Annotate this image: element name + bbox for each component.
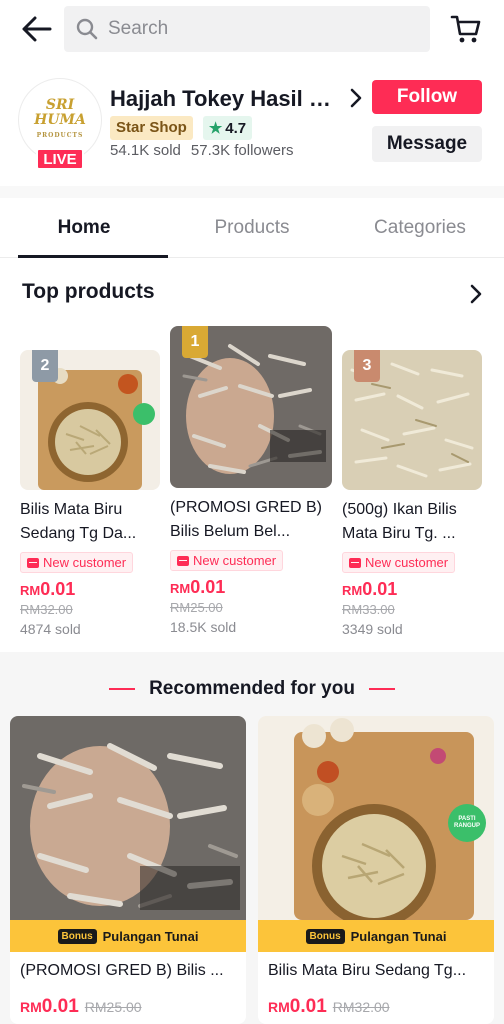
bonus-banner: Bonus Pulangan Tunai <box>258 920 494 952</box>
search-bar[interactable] <box>64 6 430 52</box>
chevron-right-icon[interactable] <box>346 86 366 110</box>
product-image[interactable]: 2 <box>20 350 160 490</box>
coupon-icon <box>177 555 189 566</box>
top-product-card[interactable]: 3 (500g) Ikan Bilis Mata Biru Tg. ... Ne… <box>342 350 482 637</box>
sold-count: 3349 sold <box>342 621 403 637</box>
price-value: 0.01 <box>362 579 398 599</box>
sticker-text: PASTI RANGUP <box>453 816 480 829</box>
pasti-rangup-sticker: PASTI RANGUP <box>448 804 486 842</box>
product-price: RM0.01 RM25.00 <box>20 996 142 1018</box>
recommended-product-card[interactable]: PASTI RANGUP Bonus Pulangan Tunai Bilis … <box>258 716 494 1024</box>
price-value: 0.01 <box>289 996 327 1017</box>
search-icon <box>74 16 100 42</box>
product-title[interactable]: Bilis Mata Biru Sedang Tg... <box>268 962 486 980</box>
currency: RM <box>268 999 290 1015</box>
original-price: RM25.00 <box>170 600 223 615</box>
product-price: RM0.01 RM32.00 <box>268 996 390 1018</box>
product-image[interactable]: 1 <box>170 326 332 488</box>
logo-subtext: PRODUCTS <box>36 131 84 139</box>
sold-count: 4874 sold <box>20 621 81 637</box>
top-products-title: Top products <box>22 280 155 303</box>
new-customer-badge: New customer <box>170 550 284 571</box>
new-customer-badge: New customer <box>342 552 456 573</box>
search-input[interactable] <box>108 18 408 40</box>
coupon-icon <box>27 557 39 568</box>
bonus-tag: Bonus <box>305 928 345 944</box>
currency: RM <box>20 999 42 1015</box>
shop-badges: Star Shop ★ 4.7 <box>110 116 253 140</box>
currency: RM <box>342 583 363 598</box>
badge-label: New customer <box>365 555 449 570</box>
new-customer-badge: New customer <box>20 552 134 573</box>
currency: RM <box>20 583 41 598</box>
live-badge[interactable]: LIVE <box>36 148 84 170</box>
decor-line <box>109 688 136 690</box>
product-title[interactable]: (PROMOSI GRED B) Bilis Belum Bel... <box>170 496 332 544</box>
sold-count: 54.1K sold <box>110 142 181 159</box>
message-button[interactable]: Message <box>372 126 482 162</box>
product-price: RM0.01 <box>342 579 482 600</box>
recommended-product-card[interactable]: Bonus Pulangan Tunai (PROMOSI GRED B) Bi… <box>10 716 246 1024</box>
back-arrow-icon[interactable] <box>20 13 54 45</box>
rank-badge: 1 <box>182 326 208 358</box>
currency: RM <box>170 581 191 596</box>
product-image[interactable]: 3 <box>342 350 482 490</box>
top-bar <box>0 0 504 60</box>
chevron-right-icon[interactable] <box>466 282 486 306</box>
decor-line <box>368 688 395 690</box>
divider <box>0 186 504 198</box>
bonus-text: Pulangan Tunai <box>350 928 447 944</box>
top-product-card[interactable]: 2 Bilis Mata Biru Sedang Tg Da... New cu… <box>20 350 160 637</box>
product-image[interactable] <box>10 716 246 920</box>
sold-count: 18.5K sold <box>170 619 237 635</box>
logo-text: SRI HUMA <box>34 96 86 128</box>
cart-icon[interactable] <box>450 14 482 44</box>
original-price: RM25.00 <box>84 999 142 1015</box>
original-price: RM32.00 <box>332 999 390 1015</box>
product-title[interactable]: Bilis Mata Biru Sedang Tg Da... <box>20 498 160 546</box>
shop-stats: 54.1K sold 57.3K followers <box>110 142 293 159</box>
badge-label: New customer <box>43 555 127 570</box>
product-title[interactable]: (500g) Ikan Bilis Mata Biru Tg. ... <box>342 498 482 546</box>
tab-home[interactable]: Home <box>0 198 168 258</box>
bonus-tag: Bonus <box>57 928 97 944</box>
star-icon: ★ <box>208 120 223 137</box>
price-value: 0.01 <box>41 996 79 1017</box>
price-value: 0.01 <box>190 577 226 597</box>
shop-tabs: Home Products Categories <box>0 198 504 258</box>
shop-header: SRI HUMA PRODUCTS LIVE Hajjah Tokey Hasi… <box>0 66 504 186</box>
star-shop-badge: Star Shop <box>110 116 193 140</box>
recommended-title: Recommended for you <box>149 678 355 699</box>
shop-logo-wordmark: SRI HUMA PRODUCTS <box>19 96 101 143</box>
shop-name[interactable]: Hajjah Tokey Hasil L... <box>110 86 338 112</box>
rank-badge: 3 <box>354 350 380 382</box>
top-product-card[interactable]: 1 (PROMOSI GRED B) Bilis Belum Bel... Ne… <box>170 326 332 635</box>
tab-products[interactable]: Products <box>168 198 336 257</box>
recommended-header: Recommended for you <box>0 678 504 700</box>
tab-categories[interactable]: Categories <box>336 198 504 257</box>
rating-value: 4.7 <box>225 119 247 137</box>
original-price: RM33.00 <box>342 602 395 617</box>
bonus-banner: Bonus Pulangan Tunai <box>10 920 246 952</box>
coupon-icon <box>349 557 361 568</box>
badge-label: New customer <box>193 553 277 568</box>
product-title[interactable]: (PROMOSI GRED B) Bilis ... <box>20 962 238 980</box>
product-price: RM0.01 <box>170 577 332 598</box>
price-value: 0.01 <box>40 579 76 599</box>
rating-badge: ★ 4.7 <box>202 116 253 140</box>
rank-badge: 2 <box>32 350 58 382</box>
bonus-text: Pulangan Tunai <box>102 928 199 944</box>
follow-button[interactable]: Follow <box>372 80 482 114</box>
followers-count: 57.3K followers <box>190 142 294 159</box>
original-price: RM32.00 <box>20 602 73 617</box>
product-price: RM0.01 <box>20 579 160 600</box>
